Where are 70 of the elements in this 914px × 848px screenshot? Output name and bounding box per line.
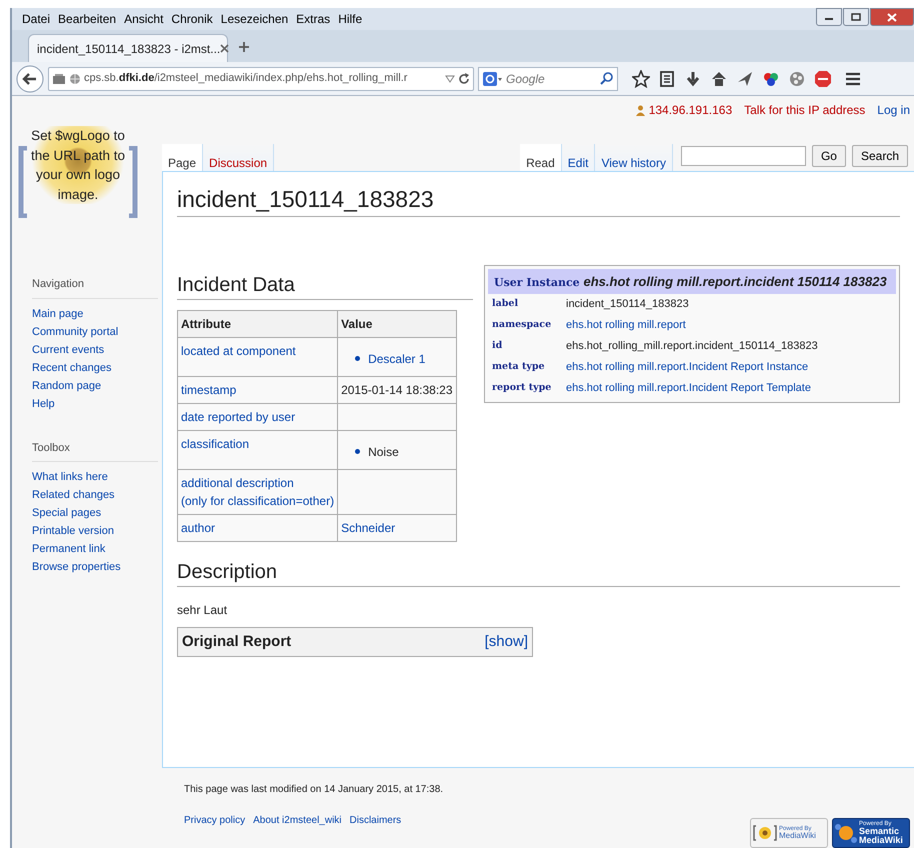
attribute-link[interactable]: timestamp	[178, 376, 338, 404]
menu-item[interactable]: Hilfe	[334, 10, 366, 28]
menu-item[interactable]: Ansicht	[120, 10, 168, 28]
section-heading: Incident Data	[177, 272, 473, 300]
badge-title: MediaWiki	[779, 832, 816, 840]
sidebar-link[interactable]: What links here	[32, 468, 162, 486]
sidebar-link[interactable]: Recent changes	[32, 358, 162, 376]
column-header: Attribute	[178, 310, 338, 338]
search-button[interactable]: Search	[852, 145, 908, 167]
personal-link[interactable]: Talk for this IP address	[744, 101, 866, 119]
portal-heading: Navigation	[32, 276, 158, 298]
value-cell: 2015-01-14 18:38:23	[338, 376, 456, 404]
sidebar-link[interactable]: Browse properties	[32, 558, 162, 576]
view-tab[interactable]: Edit	[562, 144, 596, 171]
attribute-link[interactable]: author	[178, 514, 338, 542]
view-tab[interactable]: Read	[520, 144, 562, 171]
url-text: cps.sb.dfki.de/i2msteel_mediawiki/index.php/ehs.hot_rolling_mill.r	[84, 71, 408, 86]
infobox-title: User Instance ehs.hot rolling mill.report.incident 150114 183823	[488, 268, 896, 294]
sidebar-link[interactable]: Main page	[32, 304, 162, 322]
footer-link[interactable]: Privacy policy	[184, 813, 246, 828]
infobox-label: meta type	[491, 360, 546, 374]
sidebar-link[interactable]: Current events	[32, 340, 162, 358]
menu-item[interactable]: Chronik	[167, 10, 217, 28]
list-item: Noise	[368, 444, 399, 461]
address-bar[interactable]: cps.sb.dfki.de/i2msteel_mediawiki/index.php/ehs.hot_rolling_mill.r	[48, 66, 474, 90]
sidebar-link[interactable]: Printable version	[32, 522, 162, 540]
ip-address: 134.96.191.163	[648, 102, 732, 119]
description-text: sehr Laut	[177, 602, 228, 619]
attribute-link[interactable]: classification	[178, 430, 338, 470]
infobox-label: namespace	[491, 318, 552, 332]
menu-item[interactable]: Bearbeiten	[54, 10, 120, 28]
sidebar-link[interactable]: Permanent link	[32, 540, 162, 558]
menu-item[interactable]: Datei	[18, 10, 54, 28]
sidebar-link[interactable]: Help	[32, 394, 162, 412]
infobox-label: label	[491, 297, 520, 312]
attribute-link[interactable]: additional description (only for classification=other)	[178, 469, 338, 514]
sidebar-link[interactable]: Related changes	[32, 486, 162, 504]
last-modified-text: This page was last modified on 14 January 2015, at 17:38.	[184, 783, 444, 797]
personal-link[interactable]: Log in	[877, 101, 910, 119]
infobox-link[interactable]: ehs.hot rolling mill.report.Incident Report Template	[566, 380, 811, 397]
infobox-link[interactable]: ehs.hot rolling mill.report	[566, 317, 686, 334]
infobox-value: ehs.hot_rolling_mill.report.incident_150114_183823	[566, 339, 818, 354]
search-field[interactable]: Google	[478, 66, 618, 90]
sidebar-link[interactable]: Community portal	[32, 322, 162, 340]
sidebar-link[interactable]: Random page	[32, 376, 162, 394]
menu-item[interactable]: Extras	[292, 10, 334, 28]
footer-link[interactable]: About i2msteel_wiki	[253, 813, 342, 828]
value-link[interactable]: Schneider	[338, 514, 456, 542]
view-tab[interactable]: View history	[595, 144, 673, 171]
search-button[interactable]: Go	[812, 145, 846, 167]
badge-title: Semantic MediaWiki	[859, 827, 904, 845]
page-tab[interactable]: Discussion	[203, 144, 274, 171]
logo-text: Set $wgLogo to the URL path to your own logo image.	[30, 126, 126, 204]
menu-item[interactable]: Lesezeichen	[216, 10, 292, 28]
portal-heading: Toolbox	[32, 440, 158, 462]
attribute-link[interactable]: located at component	[178, 337, 338, 376]
infobox-link[interactable]: ehs.hot rolling mill.report.Incident Report Instance	[566, 359, 808, 376]
sidebar-link[interactable]: Special pages	[32, 504, 162, 522]
collapsible-title: Original Report	[182, 632, 292, 652]
infobox-label: id	[491, 339, 504, 354]
footer-link[interactable]: Disclaimers	[350, 813, 402, 828]
page-title: incident_150114_183823	[177, 186, 900, 217]
infobox-label: report type	[491, 381, 552, 396]
column-header: Value	[338, 310, 456, 338]
attribute-link[interactable]: date reported by user	[178, 403, 338, 430]
browser-tab[interactable]: incident_150114_183823 - i2mst...	[28, 34, 228, 62]
section-heading: Description	[177, 560, 900, 587]
infobox-value: incident_150114_183823	[566, 297, 689, 312]
toggle-link[interactable]: [show]	[484, 630, 528, 654]
page-tab[interactable]: Page	[162, 144, 204, 171]
